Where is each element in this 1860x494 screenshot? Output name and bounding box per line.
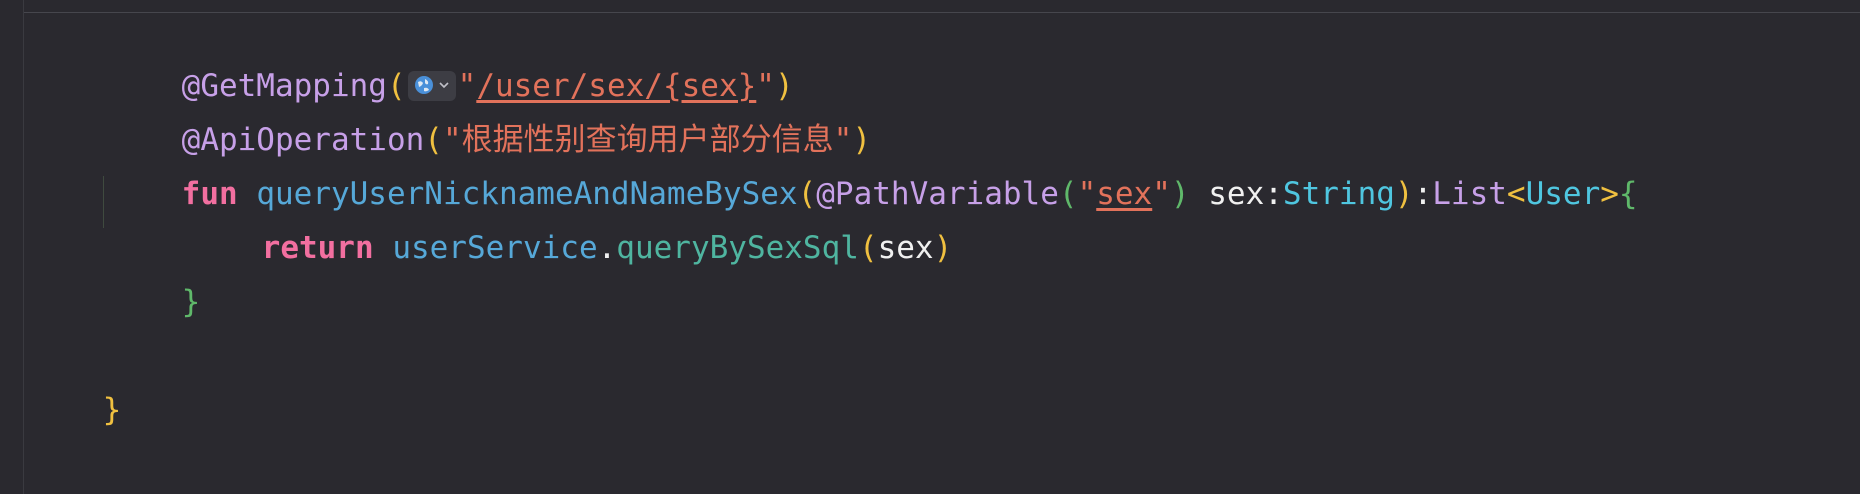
brace-open: { [1618,176,1638,212]
paren-close: ) [1170,176,1190,212]
return-type: List [1432,176,1507,212]
return-colon: : [1413,176,1433,212]
class-brace-close: } [102,392,122,428]
generic-open: < [1506,176,1526,212]
code-line-brace-close[interactable]: } [107,236,201,320]
path-variable-link[interactable]: sex [1096,176,1152,212]
string-quote-open: " [1077,176,1097,212]
generic-close: > [1600,176,1619,212]
code-editor[interactable]: @GetMapping("/user/sex/{sex}") @ApiOpera… [0,0,1860,494]
param-name: sex [1208,176,1265,212]
generic-type: User [1525,176,1601,212]
paren-close: ) [1394,176,1414,212]
method-separator [24,12,1860,13]
string-quote-close: " [1152,176,1171,212]
code-line-fun-declaration[interactable]: fun queryUserNicknameAndNameBySex(@PathV… [107,128,1638,212]
gutter-divider [23,0,24,494]
paren-open: ( [1058,176,1078,212]
paren-open: ( [858,230,878,266]
code-line-apioperation[interactable]: @ApiOperation("根据性别查询用户部分信息") [107,74,871,158]
code-line-return[interactable]: return userService.queryBySexSql(sex) [187,182,953,266]
receiver-userservice: userService [392,230,598,266]
code-line-class-brace-close[interactable]: } [28,344,122,428]
indent-guide [103,176,104,228]
keyword-return: return [261,230,374,266]
dot: . [597,230,617,266]
colon: : [1264,176,1283,212]
brace-close: } [181,284,201,320]
param-type: String [1282,176,1395,212]
paren-close: ) [933,230,953,266]
code-line-getmapping[interactable]: @GetMapping("/user/sex/{sex}") [107,20,794,104]
method-call: queryBySexSql [616,230,859,266]
argument-sex: sex [877,230,934,266]
